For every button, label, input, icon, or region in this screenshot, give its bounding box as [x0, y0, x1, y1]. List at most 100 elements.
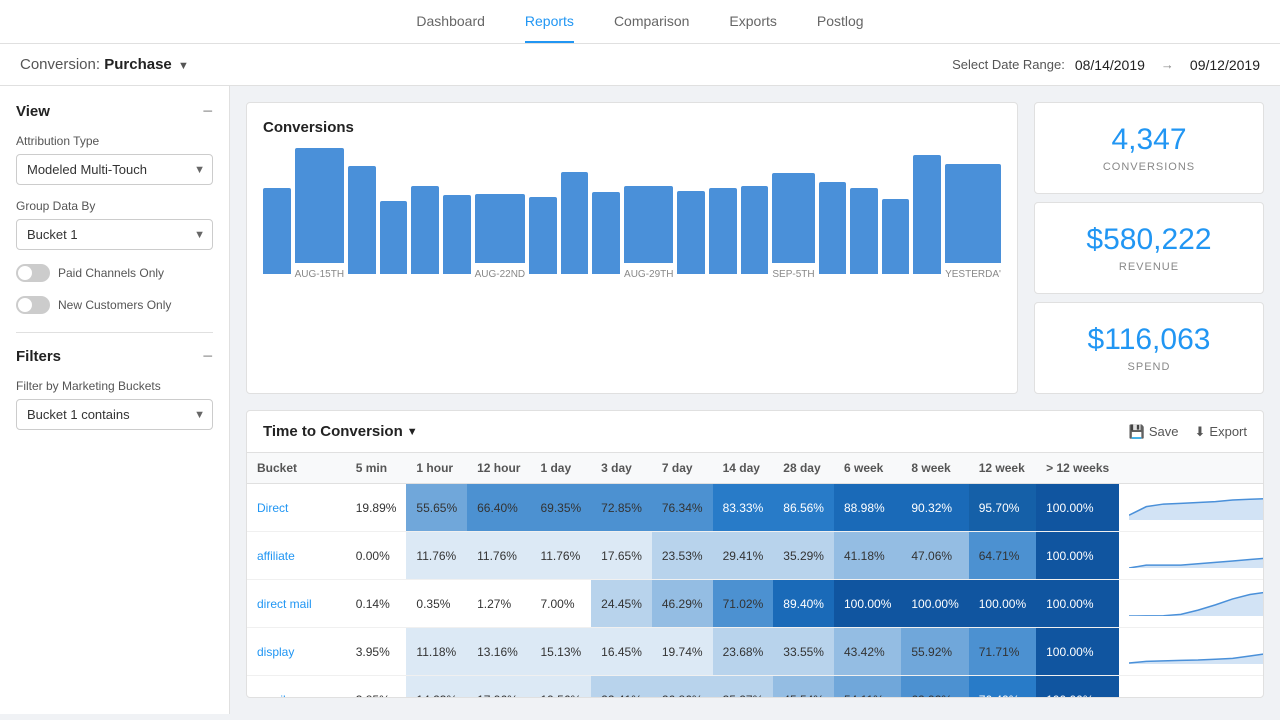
value-cell: 90.32% — [901, 484, 968, 532]
bar-group — [677, 148, 705, 280]
value-cell: 72.85% — [591, 484, 652, 532]
bar[interactable] — [295, 148, 344, 263]
sparkline-cell — [1119, 532, 1263, 580]
value-cell: 71.02% — [713, 580, 774, 628]
value-cell: 64.71% — [969, 532, 1036, 580]
attribution-select[interactable]: Modeled Multi-Touch — [16, 154, 213, 185]
header-bar: Conversion: Purchase ▼ Select Date Range… — [0, 44, 1280, 86]
date-end[interactable]: 09/12/2019 — [1190, 57, 1260, 73]
minimize-view-button[interactable]: − — [202, 102, 213, 120]
filter-select[interactable]: Bucket 1 contains — [16, 399, 213, 430]
col-header-8week: 8 week — [901, 453, 968, 484]
paid-channels-toggle-row: Paid Channels Only — [16, 264, 213, 282]
bucket-name-cell[interactable]: Direct — [247, 484, 346, 532]
value-cell: 15.13% — [530, 628, 591, 676]
col-header-1hour: 1 hour — [406, 453, 467, 484]
conversion-selector[interactable]: Conversion: Purchase ▼ — [20, 56, 189, 73]
table-row: Direct19.89%55.65%66.40%69.35%72.85%76.3… — [247, 484, 1263, 532]
table-row: affiliate0.00%11.76%11.76%11.76%17.65%23… — [247, 532, 1263, 580]
bar[interactable] — [709, 188, 737, 274]
top-nav: Dashboard Reports Comparison Exports Pos… — [0, 0, 1280, 44]
arrow-icon: → — [1161, 57, 1174, 72]
date-start[interactable]: 08/14/2019 — [1075, 57, 1145, 73]
nav-exports[interactable]: Exports — [729, 1, 776, 43]
bar[interactable] — [411, 186, 439, 274]
bar[interactable] — [741, 186, 769, 274]
group-select-wrapper: Bucket 1 ▼ — [16, 219, 213, 250]
bar[interactable] — [624, 186, 673, 263]
value-cell: 35.29% — [773, 532, 834, 580]
paid-channels-toggle[interactable] — [16, 264, 50, 282]
bar[interactable] — [380, 201, 408, 274]
spend-stat-card: $116,063 SPEND — [1034, 302, 1264, 394]
bar[interactable] — [677, 191, 705, 274]
bar[interactable] — [819, 182, 847, 274]
table-row: direct mail0.14%0.35%1.27%7.00%24.45%46.… — [247, 580, 1263, 628]
bar-group — [913, 148, 941, 280]
export-icon: ⬇ — [1195, 424, 1206, 440]
group-select[interactable]: Bucket 1 — [16, 219, 213, 250]
attribution-select-wrapper: Modeled Multi-Touch ▼ — [16, 154, 213, 185]
bar-label: AUG-15TH — [295, 269, 344, 280]
table-title[interactable]: Time to Conversion ▼ — [263, 423, 418, 440]
bar-group — [561, 148, 589, 280]
value-cell: 3.95% — [346, 628, 407, 676]
bar-label: AUG-22ND — [475, 269, 526, 280]
bar[interactable] — [443, 195, 471, 274]
bar-label: AUG-29TH — [624, 269, 673, 280]
bar-group: AUG-22ND — [475, 148, 526, 280]
value-cell: 100.00% — [834, 580, 901, 628]
value-cell: 100.00% — [901, 580, 968, 628]
bucket-name-cell[interactable]: display — [247, 628, 346, 676]
nav-comparison[interactable]: Comparison — [614, 1, 689, 43]
revenue-label: REVENUE — [1051, 261, 1247, 273]
export-button[interactable]: ⬇ Export — [1195, 424, 1247, 440]
view-section-header: View − — [16, 102, 213, 120]
value-cell: 3.85% — [346, 676, 407, 699]
nav-reports[interactable]: Reports — [525, 1, 574, 43]
bucket-name-cell[interactable]: email — [247, 676, 346, 699]
minimize-filters-button[interactable]: − — [202, 347, 213, 365]
bar-group — [411, 148, 439, 280]
col-header->12weeks: > 12 weeks — [1036, 453, 1119, 484]
save-icon: 💾 — [1129, 424, 1145, 440]
bar[interactable] — [945, 164, 1001, 263]
bar-group — [529, 148, 557, 280]
nav-dashboard[interactable]: Dashboard — [416, 1, 485, 43]
col-header-sparkline — [1119, 453, 1263, 484]
bar[interactable] — [913, 155, 941, 274]
bar[interactable] — [882, 199, 910, 274]
value-cell: 24.45% — [591, 580, 652, 628]
bar[interactable] — [263, 188, 291, 274]
bucket-name-cell[interactable]: affiliate — [247, 532, 346, 580]
save-button[interactable]: 💾 Save — [1129, 424, 1179, 440]
value-cell: 100.00% — [1036, 580, 1119, 628]
date-range-selector[interactable]: Select Date Range: 08/14/2019 → 09/12/20… — [952, 57, 1260, 73]
bar[interactable] — [772, 173, 814, 263]
table-header: Time to Conversion ▼ 💾 Save ⬇ Export — [247, 411, 1263, 453]
value-cell: 46.29% — [652, 580, 713, 628]
bar[interactable] — [850, 188, 878, 274]
value-cell: 41.18% — [834, 532, 901, 580]
bar[interactable] — [592, 192, 620, 274]
value-cell: 19.74% — [652, 628, 713, 676]
nav-postlog[interactable]: Postlog — [817, 1, 864, 43]
bar-group — [348, 148, 376, 280]
bar-group — [263, 148, 291, 280]
date-range-label: Select Date Range: — [952, 57, 1065, 72]
new-customers-toggle[interactable] — [16, 296, 50, 314]
value-cell: 88.98% — [834, 484, 901, 532]
value-cell: 33.55% — [773, 628, 834, 676]
value-cell: 11.76% — [467, 532, 530, 580]
bar[interactable] — [348, 166, 376, 274]
bar[interactable] — [529, 197, 557, 274]
bar[interactable] — [561, 172, 589, 274]
filter-select-wrapper: Bucket 1 contains ▼ — [16, 399, 213, 430]
filters-title: Filters — [16, 348, 61, 365]
bar[interactable] — [475, 194, 526, 263]
col-header-12hour: 12 hour — [467, 453, 530, 484]
bar-group — [850, 148, 878, 280]
bucket-name-cell[interactable]: direct mail — [247, 580, 346, 628]
spend-label: SPEND — [1051, 361, 1247, 373]
col-header-bucket: Bucket — [247, 453, 346, 484]
